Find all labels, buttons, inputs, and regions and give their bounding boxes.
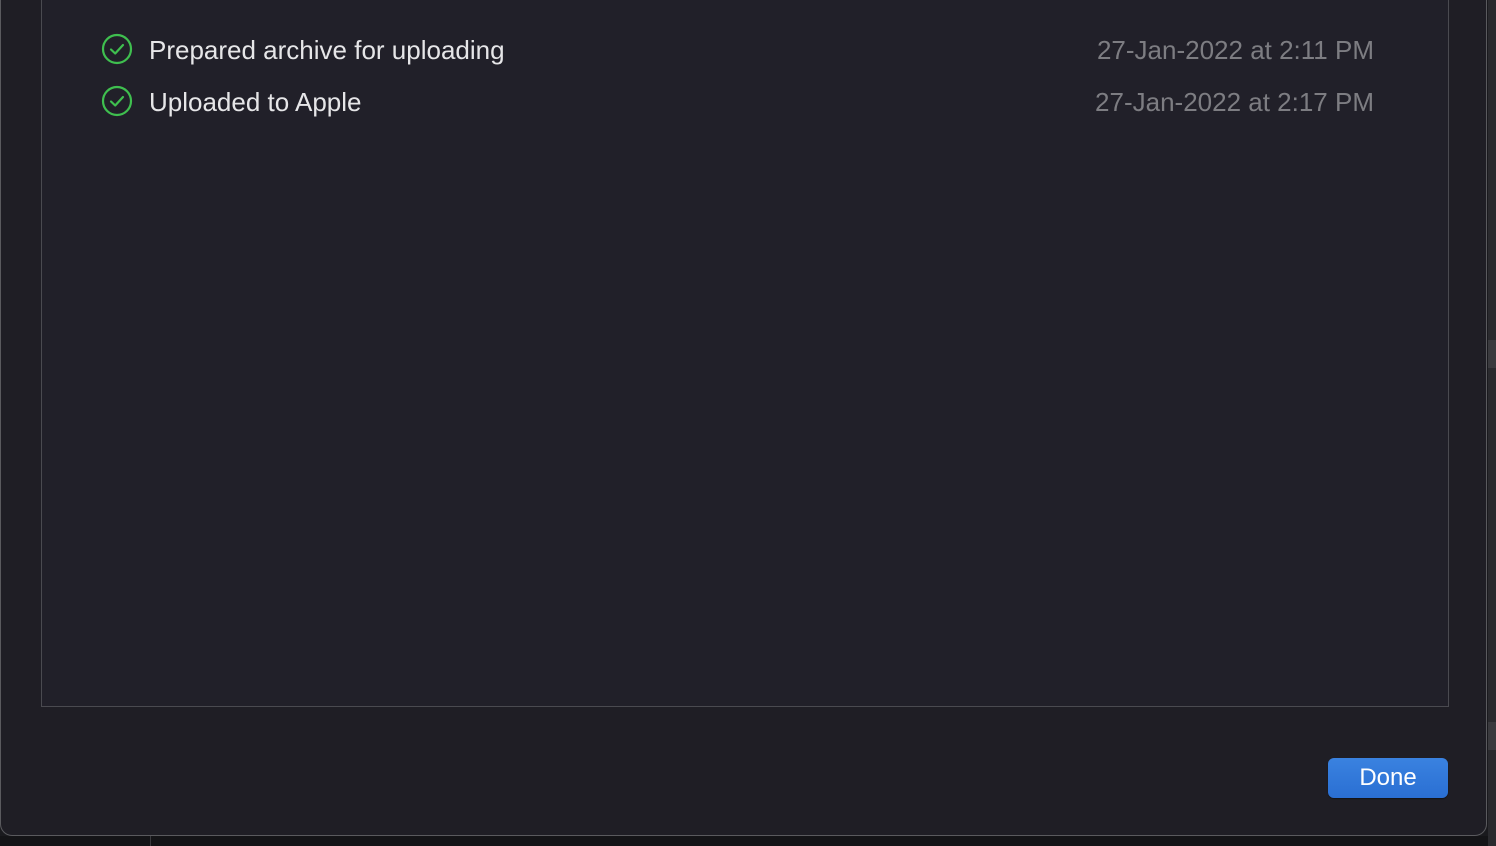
divider <box>150 836 151 846</box>
log-entry: Prepared archive for uploading 27-Jan-20… <box>42 28 1448 68</box>
upload-status-sheet: Prepared archive for uploading 27-Jan-20… <box>0 0 1487 836</box>
background-fragment <box>1488 722 1496 750</box>
background-fragment <box>1488 340 1496 368</box>
log-entry-timestamp: 27-Jan-2022 at 2:17 PM <box>1095 87 1374 117</box>
done-button[interactable]: Done <box>1328 758 1448 798</box>
log-entry-label: Prepared archive for uploading <box>149 35 505 65</box>
log-entry-label: Uploaded to Apple <box>149 87 362 117</box>
activity-log-panel: Prepared archive for uploading 27-Jan-20… <box>41 0 1449 707</box>
background-window-edge <box>1488 0 1496 846</box>
log-entry-timestamp: 27-Jan-2022 at 2:11 PM <box>1096 35 1374 65</box>
checkmark-circle-icon <box>101 85 133 117</box>
log-entry: Uploaded to Apple 27-Jan-2022 at 2:17 PM <box>42 80 1448 120</box>
bottom-edge <box>0 836 1488 846</box>
checkmark-circle-icon <box>101 33 133 65</box>
